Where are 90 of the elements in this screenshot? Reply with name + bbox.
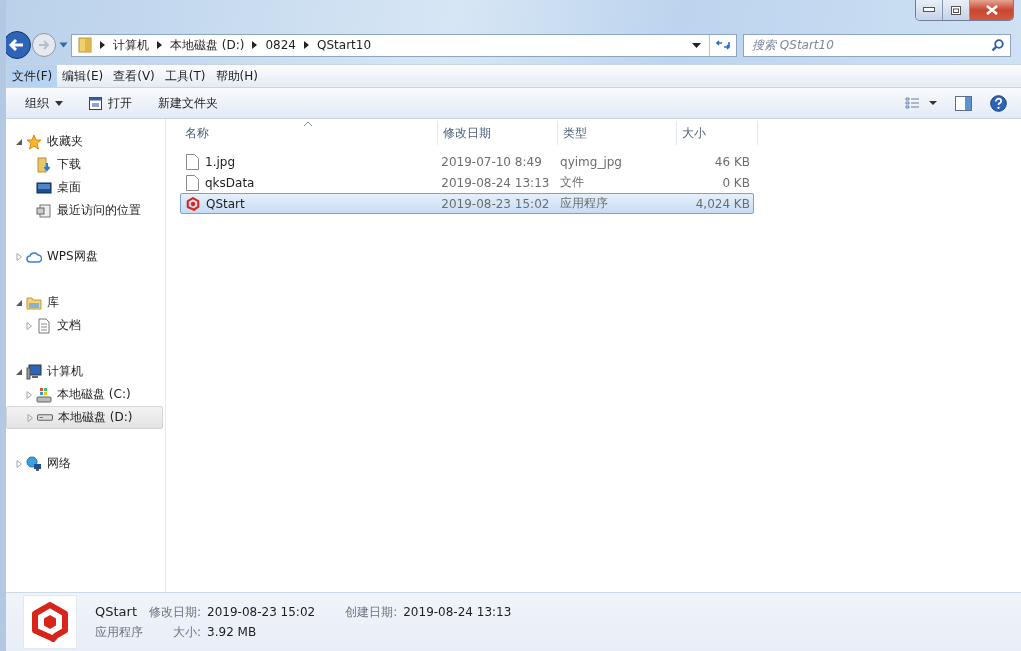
nav-item[interactable]: 网络 xyxy=(6,452,165,475)
nav-item[interactable]: 收藏夹 xyxy=(6,130,165,153)
nav-item[interactable]: 计算机 xyxy=(6,360,165,383)
nav-item[interactable]: 文档 xyxy=(6,314,165,337)
system-drive-icon xyxy=(36,386,52,403)
minimize-button[interactable] xyxy=(916,0,943,20)
details-label: 修改日期: xyxy=(149,603,202,621)
caret-icon xyxy=(55,100,63,106)
file-date: 2019-08-23 15:02 xyxy=(440,196,551,211)
app-logo-icon xyxy=(186,196,200,211)
preview-pane-button[interactable] xyxy=(955,95,972,111)
toolbar-button[interactable]: 打开 xyxy=(80,94,141,112)
app-logo-icon xyxy=(30,602,70,642)
breadcrumb[interactable]: 本地磁盘 (D:) xyxy=(170,36,245,54)
details-name: QStart xyxy=(95,603,138,619)
minimize-icon xyxy=(923,7,935,13)
file-date: 2019-08-24 13:13 xyxy=(440,175,551,190)
column-header[interactable]: 大小 xyxy=(677,121,758,145)
menu-item[interactable]: 查看(V) xyxy=(108,65,160,87)
file-icon xyxy=(186,153,199,170)
breadcrumb-arrow-icon[interactable] xyxy=(157,41,162,49)
nav-item[interactable]: 下载 xyxy=(6,153,165,176)
download-folder-icon xyxy=(36,156,52,173)
column-header[interactable]: 修改日期 xyxy=(438,121,558,145)
breadcrumb[interactable]: QStart10 xyxy=(317,38,372,52)
toolbar-button[interactable]: 新建文件夹 xyxy=(149,94,227,112)
drive-icon xyxy=(37,414,53,421)
menu-item[interactable]: 工具(T) xyxy=(159,65,211,87)
column-header[interactable]: 名称 xyxy=(180,121,438,145)
file-icon xyxy=(186,174,199,191)
folder-icon xyxy=(78,37,92,53)
breadcrumb-arrow-icon[interactable] xyxy=(252,41,258,49)
column-header[interactable]: 类型 xyxy=(558,121,677,145)
search-field[interactable]: 搜索 QStart10 xyxy=(743,33,1011,57)
toolbar-button[interactable]: 组织 xyxy=(16,94,72,112)
document-icon xyxy=(36,317,52,334)
file-row[interactable]: qksData 2019-08-24 13:13 文件 0 KB xyxy=(180,172,754,193)
menu-item[interactable]: 文件(F) xyxy=(7,65,58,87)
refresh-icon xyxy=(716,39,730,51)
star-icon xyxy=(26,133,42,150)
file-name: QStart xyxy=(206,196,245,211)
recent-places-icon xyxy=(36,202,52,219)
details-value: 2019-08-23 15:02 xyxy=(207,604,316,619)
desktop-icon xyxy=(36,179,52,196)
help-button[interactable] xyxy=(990,94,1007,112)
expanded-arrow-icon[interactable] xyxy=(16,298,23,307)
nav-item[interactable]: 本地磁盘 (C:) xyxy=(6,383,165,406)
nav-item[interactable]: 库 xyxy=(6,291,165,314)
file-type: qyimg_jpg xyxy=(559,154,623,169)
file-size: 4,024 KB xyxy=(694,196,751,211)
close-button[interactable] xyxy=(970,0,1013,20)
history-caret-icon[interactable] xyxy=(59,42,68,48)
maximize-icon xyxy=(951,5,961,15)
file-type: 应用程序 xyxy=(559,195,609,212)
expanded-arrow-icon[interactable] xyxy=(16,137,23,146)
details-label: 创建日期: xyxy=(345,603,398,621)
maximize-button[interactable] xyxy=(943,0,970,20)
file-row[interactable]: 1.jpg 2019-07-10 8:49 qyimg_jpg 46 KB xyxy=(180,151,754,172)
nav-item[interactable]: 本地磁盘 (D:) xyxy=(6,406,163,429)
expanded-arrow-icon[interactable] xyxy=(16,367,23,376)
menu-item[interactable]: 编辑(E) xyxy=(57,65,109,87)
file-row[interactable]: QStart 2019-08-23 15:02 应用程序 4,024 KB xyxy=(180,193,754,214)
file-size: 46 KB xyxy=(713,154,751,169)
file-size: 0 KB xyxy=(721,175,751,190)
nav-item[interactable]: 最近访问的位置 xyxy=(6,199,165,222)
close-icon xyxy=(985,5,998,15)
details-label: 大小: xyxy=(172,623,202,641)
dropdown-caret-icon[interactable] xyxy=(692,42,701,48)
breadcrumb[interactable]: 计算机 xyxy=(113,36,149,54)
breadcrumb-arrow-icon[interactable] xyxy=(100,41,105,49)
details-value: 2019-08-24 13:13 xyxy=(403,604,512,619)
nav-item[interactable]: 桌面 xyxy=(6,176,165,199)
computer-icon xyxy=(26,363,42,380)
file-type: 文件 xyxy=(559,174,585,191)
file-date: 2019-07-10 8:49 xyxy=(440,154,543,169)
details-type: 应用程序 xyxy=(95,623,143,641)
nav-item[interactable]: WPS网盘 xyxy=(6,245,165,268)
library-folder-icon xyxy=(26,294,42,311)
window-icon xyxy=(89,96,102,110)
breadcrumb[interactable]: 0824 xyxy=(265,38,296,52)
breadcrumb-arrow-icon[interactable] xyxy=(304,41,309,49)
view-options-button[interactable] xyxy=(905,97,937,109)
back-button[interactable] xyxy=(6,30,32,60)
search-icon[interactable] xyxy=(991,38,1004,52)
file-name: qksData xyxy=(205,175,255,190)
menu-item[interactable]: 帮助(H) xyxy=(210,65,263,87)
file-name: 1.jpg xyxy=(205,154,236,169)
network-icon xyxy=(26,455,42,472)
details-value: 3.92 MB xyxy=(207,624,258,639)
address-bar[interactable]: 计算机 本地磁盘 (D:) 0824 QStart10 xyxy=(71,33,737,57)
